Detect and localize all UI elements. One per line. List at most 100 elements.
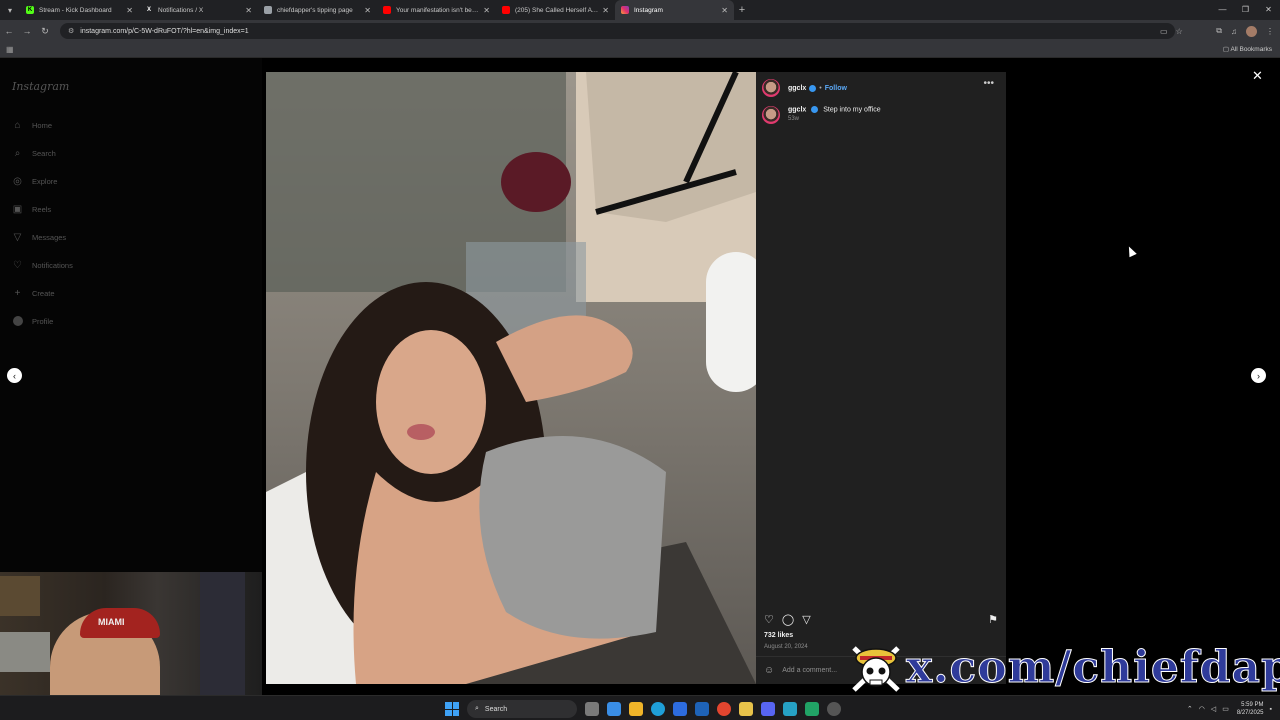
discord-icon[interactable] xyxy=(761,702,775,716)
comment-input[interactable]: Add a comment... xyxy=(782,667,837,674)
tab-kick[interactable]: K Stream - Kick Dashboard ✕ xyxy=(20,0,139,20)
close-tab-icon[interactable]: ✕ xyxy=(602,6,609,15)
close-window-button[interactable]: ✕ xyxy=(1257,0,1280,20)
caption-avatar[interactable] xyxy=(762,106,780,124)
save-bookmark-icon[interactable]: ⚑ xyxy=(988,613,998,626)
previous-post-arrow-icon[interactable]: ‹ xyxy=(7,368,22,383)
sidebar-item-label: Notifications xyxy=(32,260,73,270)
tab-instagram[interactable]: Instagram ✕ xyxy=(615,0,734,20)
sidebar-item-reels[interactable]: ▣ Reels xyxy=(12,202,51,216)
likes-count[interactable]: 732 likes xyxy=(764,632,793,639)
profile-avatar-icon[interactable] xyxy=(1246,25,1257,37)
follow-button[interactable]: Follow xyxy=(825,85,847,92)
bookmark-star-icon[interactable]: ☆ xyxy=(1176,27,1183,36)
close-modal-icon[interactable]: ✕ xyxy=(1252,68,1263,84)
chrome-icon[interactable] xyxy=(717,702,731,716)
app-icon[interactable] xyxy=(783,702,797,716)
menu-kebab-icon[interactable]: ⋮ xyxy=(1266,27,1274,36)
sidebar-item-search[interactable]: ⌕ Search xyxy=(12,146,56,160)
sidebar-item-home[interactable]: ⌂ Home xyxy=(12,118,52,132)
share-icon[interactable]: ▽ xyxy=(802,613,810,626)
next-post-arrow-icon[interactable]: › xyxy=(1251,368,1266,383)
plus-icon: + xyxy=(14,287,21,299)
x-icon: X xyxy=(146,7,151,13)
address-bar[interactable]: ⚙ instagram.com/p/C-5W-dRuFOT/?hl=en&img… xyxy=(60,23,1175,39)
post-actions: ♡ ◯ ▽ ⚑ xyxy=(764,612,998,626)
apps-grid-icon[interactable]: ▦ xyxy=(6,45,14,54)
app-icon[interactable] xyxy=(805,702,819,716)
close-tab-icon[interactable]: ✕ xyxy=(721,6,728,15)
forward-icon[interactable]: → xyxy=(21,26,33,36)
close-tab-icon[interactable]: ✕ xyxy=(126,6,133,15)
sidebar-item-messages[interactable]: ▽ Messages xyxy=(12,230,67,244)
windows-taskbar: ⌕ Search ⌃ ◠ ◁ ▭ 5:59 PM 8/27/2025 ▪ xyxy=(0,695,1280,720)
kick-icon: K xyxy=(26,6,34,14)
sidebar-item-profile[interactable]: Profile xyxy=(12,314,53,328)
app-icon[interactable] xyxy=(827,702,841,716)
emoji-icon[interactable]: ☺ xyxy=(764,665,774,676)
tab-youtube-2[interactable]: (205) She Called Herself A 10... ✕ xyxy=(496,0,615,20)
new-tab-button[interactable]: + xyxy=(734,4,750,16)
copilot-icon[interactable] xyxy=(607,702,621,716)
heart-icon: ♡ xyxy=(13,259,22,271)
task-view-icon[interactable] xyxy=(585,702,599,716)
close-tab-icon[interactable]: ✕ xyxy=(364,6,371,15)
app-icon[interactable] xyxy=(739,702,753,716)
file-explorer-icon[interactable] xyxy=(629,702,643,716)
shelf xyxy=(0,632,50,672)
reels-icon: ▣ xyxy=(12,203,23,215)
notification-center-icon[interactable]: ▪ xyxy=(1270,706,1272,713)
site-info-icon[interactable]: ⚙ xyxy=(68,27,74,35)
author-username[interactable]: ggclx xyxy=(788,85,806,92)
post-date: August 20, 2024 xyxy=(764,644,808,650)
sidebar-item-create[interactable]: + Create xyxy=(12,286,55,300)
comment-icon[interactable]: ◯ xyxy=(782,613,794,626)
tray-chevron-icon[interactable]: ⌃ xyxy=(1187,705,1193,713)
cast-icon[interactable]: ▭ xyxy=(1160,27,1168,36)
sidebar-item-notifications[interactable]: ♡ Notifications xyxy=(12,258,73,272)
edge-icon[interactable] xyxy=(651,702,665,716)
close-tab-icon[interactable]: ✕ xyxy=(483,6,490,15)
all-bookmarks[interactable]: ▢ All Bookmarks xyxy=(1223,45,1272,53)
tip-icon xyxy=(264,6,272,14)
store-icon[interactable] xyxy=(673,702,687,716)
reload-icon[interactable]: ↻ xyxy=(39,26,51,37)
youtube-icon xyxy=(502,6,510,14)
messages-icon: ▽ xyxy=(13,231,22,243)
search-icon: ⌕ xyxy=(14,147,21,159)
screen: ▾ K Stream - Kick Dashboard ✕ X Notifica… xyxy=(0,0,1280,720)
app-icon[interactable] xyxy=(695,702,709,716)
post-details-panel: ggclx • Follow ••• ggclx Step into my of… xyxy=(756,72,1006,684)
instagram-page: Instagram ⌂ Home ⌕ Search ◎ Explore ▣ Re… xyxy=(0,58,1280,720)
tab-search-menu[interactable]: ▾ xyxy=(0,0,20,20)
windows-start-icon[interactable] xyxy=(445,702,459,716)
maximize-button[interactable]: ❐ xyxy=(1234,0,1257,20)
tab-youtube-1[interactable]: Your manifestation isn't being ... ✕ xyxy=(377,0,496,20)
instagram-logo[interactable]: Instagram xyxy=(12,80,69,93)
sidebar-item-explore[interactable]: ◎ Explore xyxy=(12,174,57,188)
youtube-icon xyxy=(383,6,391,14)
tab-tipping[interactable]: chiefdapper's tipping page ✕ xyxy=(258,0,377,20)
address-bar-icons: ▭ ☆ xyxy=(1160,20,1191,42)
sidebar-item-label: Search xyxy=(32,148,56,158)
close-tab-icon[interactable]: ✕ xyxy=(245,6,252,15)
clock[interactable]: 5:59 PM 8/27/2025 xyxy=(1237,701,1264,717)
taskbar-search-label: Search xyxy=(484,705,508,713)
minimize-button[interactable]: — xyxy=(1211,0,1234,20)
battery-icon[interactable]: ▭ xyxy=(1222,705,1229,713)
tab-x-notifications[interactable]: X Notifications / X ✕ xyxy=(139,0,258,20)
caption-username[interactable]: ggclx xyxy=(788,106,806,113)
extensions-icon[interactable]: ⧉ xyxy=(1216,26,1222,36)
post-header: ggclx • Follow ••• xyxy=(762,78,1000,98)
taskbar-search[interactable]: ⌕ Search xyxy=(467,700,577,718)
volume-icon[interactable]: ◁ xyxy=(1211,705,1216,713)
author-avatar[interactable] xyxy=(762,79,780,97)
bookmarks-bar: ▦ ▢ All Bookmarks xyxy=(0,42,1280,58)
more-options-icon[interactable]: ••• xyxy=(983,78,994,89)
wifi-icon[interactable]: ◠ xyxy=(1199,705,1205,713)
watermark-text: x.com/chiefdapper xyxy=(906,642,1280,694)
back-icon[interactable]: ← xyxy=(3,26,15,36)
cap-text: MIAMI xyxy=(98,617,125,627)
like-heart-icon[interactable]: ♡ xyxy=(764,613,774,626)
media-icon[interactable]: ♫ xyxy=(1231,27,1237,36)
